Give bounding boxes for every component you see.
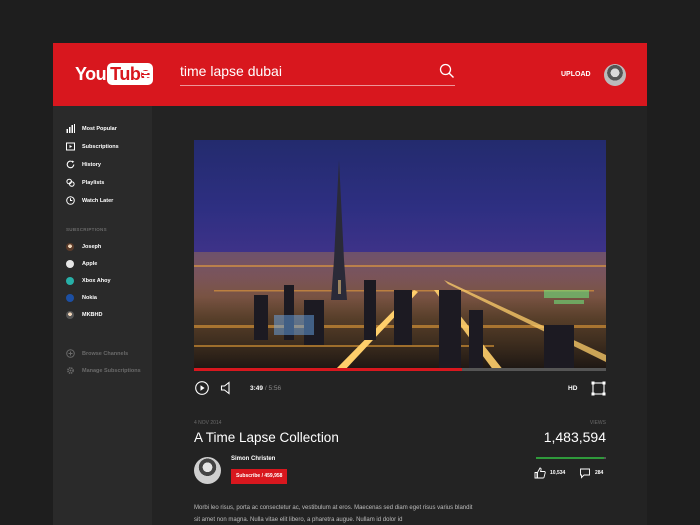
current-time: 3:49 xyxy=(250,385,264,392)
like-ratio-bar xyxy=(536,457,606,459)
history-icon xyxy=(66,160,75,169)
search-icon[interactable] xyxy=(439,63,455,79)
logo-you-text: You xyxy=(75,63,107,84)
upload-button[interactable]: UPLOAD xyxy=(561,71,591,78)
video-progress-bar[interactable] xyxy=(194,368,606,371)
sidebar-item-manage-subscriptions[interactable]: Manage Subscriptions xyxy=(66,366,141,375)
sidebar-subscription-joseph[interactable]: Joseph xyxy=(66,243,101,251)
subscription-label: Joseph xyxy=(82,244,102,250)
search-bar xyxy=(180,60,455,86)
channel-name[interactable]: Simon Christen xyxy=(231,456,275,462)
sidebar-subscription-apple[interactable]: Apple xyxy=(66,260,97,268)
subscriber-count: 459,958 xyxy=(264,473,283,479)
sidebar-item-subscriptions[interactable]: Subscriptions xyxy=(66,142,119,151)
sidebar-item-label: Playlists xyxy=(82,179,105,186)
sidebar-item-label: History xyxy=(82,161,101,168)
video-title: A Time Lapse Collection xyxy=(194,430,339,445)
subscription-label: Xbox Ahoy xyxy=(82,278,111,284)
subscription-label: Nokia xyxy=(82,295,97,301)
xbox-logo-icon xyxy=(66,277,74,285)
hamburger-menu-icon[interactable] xyxy=(142,71,152,80)
subscription-label: Apple xyxy=(82,261,98,267)
subscriptions-section-title: SUBSCRIPTIONS xyxy=(66,227,107,232)
thumbs-up-icon xyxy=(534,467,546,479)
comments-count: 284 xyxy=(595,470,604,476)
sidebar-item-browse-channels[interactable]: Browse Channels xyxy=(66,349,128,358)
quality-button[interactable]: HD xyxy=(568,385,577,392)
publish-date: 4 NOV 2014 xyxy=(194,420,222,426)
play-button-icon[interactable] xyxy=(195,381,209,395)
sidebar-item-playlists[interactable]: Playlists xyxy=(66,178,104,187)
header: You Tube UPLOAD xyxy=(53,43,647,106)
views-count: 1,483,594 xyxy=(543,429,606,445)
channel-avatar[interactable] xyxy=(194,457,221,484)
like-ratio-fill xyxy=(536,457,604,459)
likes-count: 10,534 xyxy=(550,470,566,476)
subscription-label: MKBHD xyxy=(82,312,103,318)
sidebar: Most Popular Subscriptions History Playl… xyxy=(53,106,152,525)
video-description: Morbi leo risus, porta ac consectetur ac… xyxy=(194,505,473,523)
sidebar-subscription-xbox-ahoy[interactable]: Xbox Ahoy xyxy=(66,277,111,285)
comment-icon xyxy=(580,468,590,479)
sidebar-item-label: Most Popular xyxy=(82,125,117,132)
sidebar-item-label: Browse Channels xyxy=(82,350,129,357)
channel-avatar xyxy=(66,311,74,319)
comments-button[interactable]: 284 xyxy=(579,467,603,479)
app-window: You Tube UPLOAD Most Popular xyxy=(53,43,647,525)
duration: 5:56 xyxy=(268,385,282,392)
sidebar-subscription-mkbhd[interactable]: MKBHD xyxy=(66,311,102,319)
like-button[interactable]: 10,534 xyxy=(534,467,565,479)
search-input[interactable] xyxy=(180,60,420,82)
player-time: 3:49 / 5:56 xyxy=(250,385,281,392)
fullscreen-icon[interactable] xyxy=(591,381,606,396)
views-label: VIEWS xyxy=(589,420,606,426)
playlist-icon xyxy=(66,178,75,187)
subscribe-button[interactable]: Subscribe / 459,958 xyxy=(231,469,288,484)
sidebar-item-history[interactable]: History xyxy=(66,160,101,169)
subscribe-separator: / xyxy=(261,473,263,479)
video-progress-fill xyxy=(194,368,462,371)
sidebar-item-label: Manage Subscriptions xyxy=(82,367,141,374)
clock-icon xyxy=(66,196,75,205)
sidebar-item-watch-later[interactable]: Watch Later xyxy=(66,196,113,205)
channel-avatar xyxy=(66,243,74,251)
sidebar-item-most-popular[interactable]: Most Popular xyxy=(66,124,117,133)
gear-icon xyxy=(67,367,74,374)
play-box-icon xyxy=(66,142,75,151)
bar-chart-icon xyxy=(66,124,75,133)
video-player[interactable] xyxy=(194,140,606,371)
apple-logo-icon xyxy=(66,260,74,268)
sidebar-subscription-nokia[interactable]: Nokia xyxy=(66,294,97,302)
volume-icon[interactable] xyxy=(220,381,234,395)
subscribe-label: Subscribe xyxy=(236,473,261,479)
nokia-logo-icon xyxy=(66,294,74,302)
plus-circle-icon xyxy=(66,349,75,358)
sidebar-item-label: Subscriptions xyxy=(82,143,119,150)
sidebar-item-label: Watch Later xyxy=(82,197,114,204)
time-separator: / xyxy=(264,385,267,392)
video-thumbnail-city xyxy=(194,160,606,371)
user-avatar[interactable] xyxy=(604,64,626,86)
